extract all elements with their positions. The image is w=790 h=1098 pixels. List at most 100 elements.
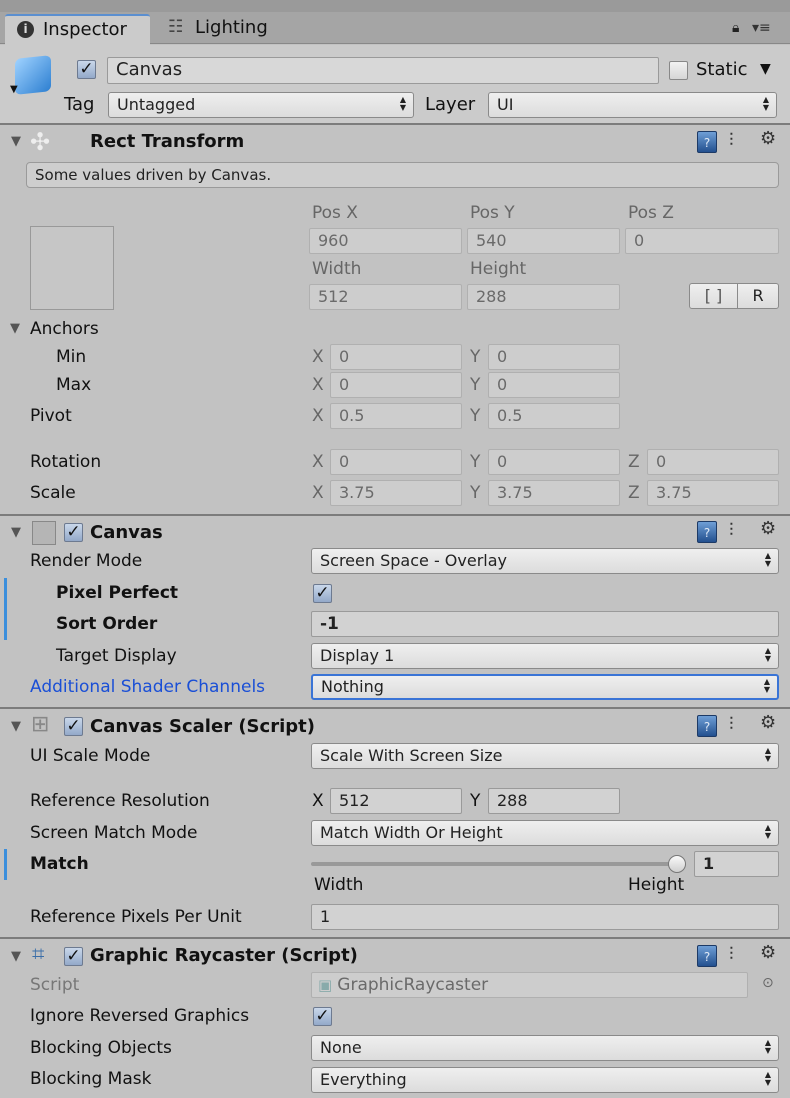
- icon-dropdown-icon[interactable]: ▼: [10, 84, 18, 95]
- preset-sliders-icon[interactable]: ⫶: [729, 520, 734, 541]
- script-file-icon: ▣: [318, 976, 333, 994]
- pixel-perfect-checkbox[interactable]: ✓: [313, 584, 332, 603]
- blocking-mask-dropdown[interactable]: Everything ▲ ▼: [311, 1067, 779, 1093]
- foldout-triangle-icon[interactable]: ▼: [11, 719, 21, 734]
- render-mode-dropdown[interactable]: Screen Space - Overlay ▲ ▼: [311, 548, 779, 574]
- rotation-label: Rotation: [30, 452, 102, 472]
- ignore-reversed-label: Ignore Reversed Graphics: [30, 1006, 250, 1026]
- static-dropdown-icon[interactable]: ▼: [760, 61, 771, 77]
- layer-value: UI: [497, 95, 514, 114]
- updown-arrow-icon: ▲ ▼: [762, 95, 769, 112]
- info-icon: i: [17, 21, 34, 38]
- object-picker-icon[interactable]: ⊙: [762, 975, 774, 991]
- render-mode-label: Render Mode: [30, 551, 143, 571]
- target-display-dropdown[interactable]: Display 1 ▲ ▼: [311, 643, 779, 669]
- foldout-triangle-icon[interactable]: ▼: [11, 134, 21, 149]
- match-mode-value: Match Width Or Height: [320, 823, 503, 842]
- tab-lighting[interactable]: ☷ Lighting: [160, 14, 290, 44]
- pivot-y-field[interactable]: 0.5: [488, 403, 620, 429]
- min-x-field[interactable]: 0: [330, 344, 462, 370]
- rot-z-label: Z: [628, 452, 640, 472]
- foldout-triangle-icon[interactable]: ▼: [11, 949, 21, 964]
- foldout-triangle-icon[interactable]: ▼: [11, 525, 21, 540]
- scale-y-field[interactable]: 3.75: [488, 480, 620, 506]
- pixel-perfect-label: Pixel Perfect: [56, 583, 179, 603]
- match-slider-track[interactable]: [311, 862, 679, 866]
- tab-inspector-label: Inspector: [43, 19, 127, 40]
- pos-x-field[interactable]: 960: [309, 228, 462, 254]
- gameobject-cube-icon[interactable]: [15, 55, 51, 95]
- help-book-icon[interactable]: ?: [697, 131, 717, 153]
- sort-order-label: Sort Order: [56, 614, 158, 634]
- preset-sliders-icon[interactable]: ⫶: [729, 714, 734, 735]
- match-field[interactable]: 1: [694, 851, 779, 877]
- help-book-icon[interactable]: ?: [697, 521, 717, 543]
- raycaster-enabled-checkbox[interactable]: ✓: [64, 947, 83, 966]
- layer-dropdown[interactable]: UI ▲ ▼: [488, 92, 777, 118]
- ref-x-field[interactable]: 512: [330, 788, 462, 814]
- height-field[interactable]: 288: [467, 284, 620, 310]
- rect-transform-title: Rect Transform: [90, 131, 245, 152]
- ref-y-field[interactable]: 288: [488, 788, 620, 814]
- blocking-mask-value: Everything: [320, 1070, 407, 1089]
- graphic-raycaster-title: Graphic Raycaster (Script): [90, 945, 358, 966]
- sliders-icon: ☷: [168, 17, 184, 37]
- script-field[interactable]: ▣ GraphicRaycaster: [311, 972, 748, 998]
- rot-z-field[interactable]: 0: [647, 449, 779, 475]
- gear-icon[interactable]: ⚙: [760, 942, 776, 963]
- max-y-field[interactable]: 0: [488, 372, 620, 398]
- help-book-icon[interactable]: ?: [697, 715, 717, 737]
- gear-icon[interactable]: ⚙: [760, 712, 776, 733]
- ignore-reversed-checkbox[interactable]: ✓: [313, 1007, 332, 1026]
- ppu-field[interactable]: 1: [311, 904, 779, 930]
- blocking-objects-dropdown[interactable]: None ▲ ▼: [311, 1035, 779, 1061]
- active-checkbox[interactable]: ✓: [77, 60, 96, 79]
- tag-dropdown[interactable]: Untagged ▲ ▼: [108, 92, 414, 118]
- canvas-scaler-enabled-checkbox[interactable]: ✓: [64, 717, 83, 736]
- gear-icon[interactable]: ⚙: [760, 128, 776, 149]
- preset-sliders-icon[interactable]: ⫶: [729, 944, 734, 965]
- canvas-enabled-checkbox[interactable]: ✓: [64, 523, 83, 542]
- canvas-title: Canvas: [90, 522, 163, 543]
- scale-x-field[interactable]: 3.75: [330, 480, 462, 506]
- shader-channels-dropdown[interactable]: Nothing ▲ ▼: [311, 674, 779, 700]
- rot-x-field[interactable]: 0: [330, 449, 462, 475]
- pos-y-field[interactable]: 540: [467, 228, 620, 254]
- gear-icon[interactable]: ⚙: [760, 518, 776, 539]
- updown-arrow-icon: ▲ ▼: [763, 677, 770, 694]
- object-name-field[interactable]: Canvas: [107, 57, 659, 84]
- min-y-field[interactable]: 0: [488, 344, 620, 370]
- raw-button-label: R: [752, 286, 764, 305]
- canvas-component-icon: [32, 521, 56, 545]
- pivot-x-field[interactable]: 0.5: [330, 403, 462, 429]
- help-book-icon[interactable]: ?: [697, 945, 717, 967]
- menu-icon[interactable]: ▾≡: [752, 20, 771, 36]
- pivot-label: Pivot: [30, 406, 72, 426]
- preset-sliders-icon[interactable]: ⫶: [729, 130, 734, 151]
- tab-inspector[interactable]: i Inspector: [5, 14, 150, 45]
- width-field[interactable]: 512: [309, 284, 462, 310]
- raw-edit-button[interactable]: R: [737, 283, 779, 309]
- scale-z-field[interactable]: 3.75: [647, 480, 779, 506]
- max-x-label: X: [312, 375, 324, 395]
- match-mode-dropdown[interactable]: Match Width Or Height ▲ ▼: [311, 820, 779, 846]
- ui-scale-mode-label: UI Scale Mode: [30, 746, 151, 766]
- match-mode-label: Screen Match Mode: [30, 823, 198, 843]
- match-label: Match: [30, 854, 89, 874]
- divider: [0, 123, 790, 125]
- lock-icon[interactable]: 🔒︎: [732, 20, 739, 36]
- sort-order-field[interactable]: -1: [311, 611, 779, 637]
- static-checkbox[interactable]: [669, 61, 688, 80]
- script-label: Script: [30, 975, 80, 995]
- blocking-objects-value: None: [320, 1038, 362, 1057]
- shader-channels-value: Nothing: [321, 677, 384, 696]
- blueprint-mode-button[interactable]: [ ]: [689, 283, 738, 309]
- pos-z-field[interactable]: 0: [625, 228, 779, 254]
- ui-scale-mode-dropdown[interactable]: Scale With Screen Size ▲ ▼: [311, 743, 779, 769]
- toolbar-strip: [0, 0, 790, 12]
- match-slider-thumb[interactable]: [668, 855, 686, 873]
- rot-y-field[interactable]: 0: [488, 449, 620, 475]
- max-x-field[interactable]: 0: [330, 372, 462, 398]
- anchor-preset-box[interactable]: [30, 226, 114, 310]
- anchors-foldout-icon[interactable]: ▼: [10, 321, 20, 336]
